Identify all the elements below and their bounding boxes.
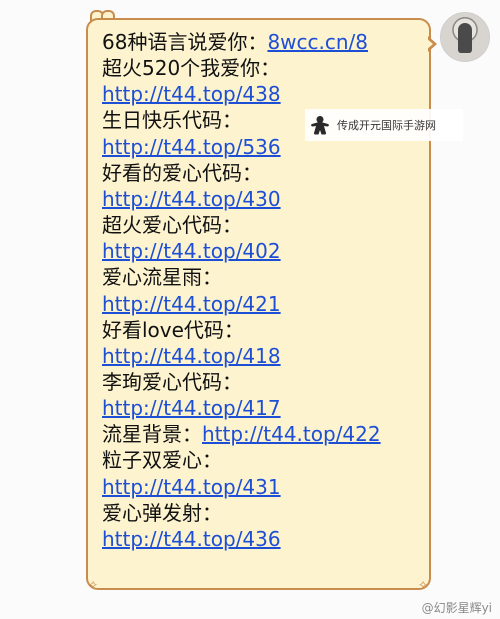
- message-line: 粒子双爱心：: [102, 447, 222, 473]
- message-link[interactable]: http://t44.top/436: [102, 527, 281, 551]
- message-line: 爱心流星雨：: [102, 264, 222, 290]
- line-label: 粒子双爱心：: [102, 448, 222, 473]
- message-line: 68种语言说爱你：8wcc.cn/8: [102, 29, 368, 55]
- line-label: 生日快乐代码：: [102, 108, 242, 133]
- message-line: 超火爱心代码：: [102, 212, 242, 238]
- message-line: 超火520个我爱你：: [102, 55, 280, 81]
- message-line: http://t44.top/418: [102, 343, 281, 369]
- message-line: 生日快乐代码：: [102, 107, 242, 133]
- message-link[interactable]: 8wcc.cn/8: [267, 30, 368, 54]
- message-link[interactable]: http://t44.top/438: [102, 82, 281, 106]
- message-line: http://t44.top/417: [102, 395, 281, 421]
- message-link[interactable]: http://t44.top/431: [102, 475, 281, 499]
- message-link[interactable]: http://t44.top/430: [102, 187, 281, 211]
- line-label: 李珣爱心代码：: [102, 369, 242, 394]
- avatar-photo-icon: [458, 23, 472, 53]
- message-line: http://t44.top/438: [102, 81, 281, 107]
- line-label: 爱心流星雨：: [102, 265, 222, 290]
- message-link[interactable]: http://t44.top/402: [102, 239, 281, 263]
- message-link[interactable]: http://t44.top/418: [102, 344, 281, 368]
- corner-decoration-icon: ✧: [88, 578, 99, 592]
- line-label: 流星背景：: [102, 422, 202, 447]
- message-line: 好看的爱心代码：: [102, 160, 262, 186]
- bubble-tail-fill: [426, 38, 433, 50]
- avatar[interactable]: [440, 12, 490, 62]
- line-label: 超火520个我爱你：: [102, 56, 281, 81]
- message-line: 好看love代码：: [102, 317, 244, 343]
- message-link[interactable]: http://t44.top/421: [102, 292, 281, 316]
- message-line: 李珣爱心代码：: [102, 369, 242, 395]
- message-link[interactable]: http://t44.top/536: [102, 135, 281, 159]
- message-line: http://t44.top/431: [102, 474, 281, 500]
- message-link[interactable]: http://t44.top/422: [202, 422, 381, 446]
- line-label: 超火爱心代码：: [102, 213, 242, 238]
- footer-watermark: @幻影星辉yi: [421, 601, 492, 615]
- corner-decoration-icon: ✧: [418, 578, 429, 592]
- meeple-icon: [311, 116, 329, 135]
- message-line: 流星背景：http://t44.top/422: [102, 421, 381, 447]
- watermark-banner: 传成开元国际手游网: [305, 109, 463, 141]
- message-line: http://t44.top/436: [102, 526, 281, 552]
- message-line: http://t44.top/430: [102, 186, 281, 212]
- message-line: http://t44.top/402: [102, 238, 281, 264]
- line-label: 好看love代码：: [102, 317, 244, 342]
- message-line: 爱心弹发射：: [102, 500, 222, 526]
- line-label: 68种语言说爱你：: [102, 30, 268, 54]
- message-line: http://t44.top/421: [102, 291, 281, 317]
- watermark-text: 传成开元国际手游网: [337, 119, 436, 132]
- line-label: 爱心弹发射：: [102, 500, 222, 525]
- message-line: http://t44.top/536: [102, 134, 281, 160]
- chat-screen: ✧ ✧ 68种语言说爱你：8wcc.cn/8 超火520个我爱你： http://t…: [0, 0, 500, 619]
- message-link[interactable]: http://t44.top/417: [102, 396, 281, 420]
- line-label: 好看的爱心代码：: [102, 160, 262, 185]
